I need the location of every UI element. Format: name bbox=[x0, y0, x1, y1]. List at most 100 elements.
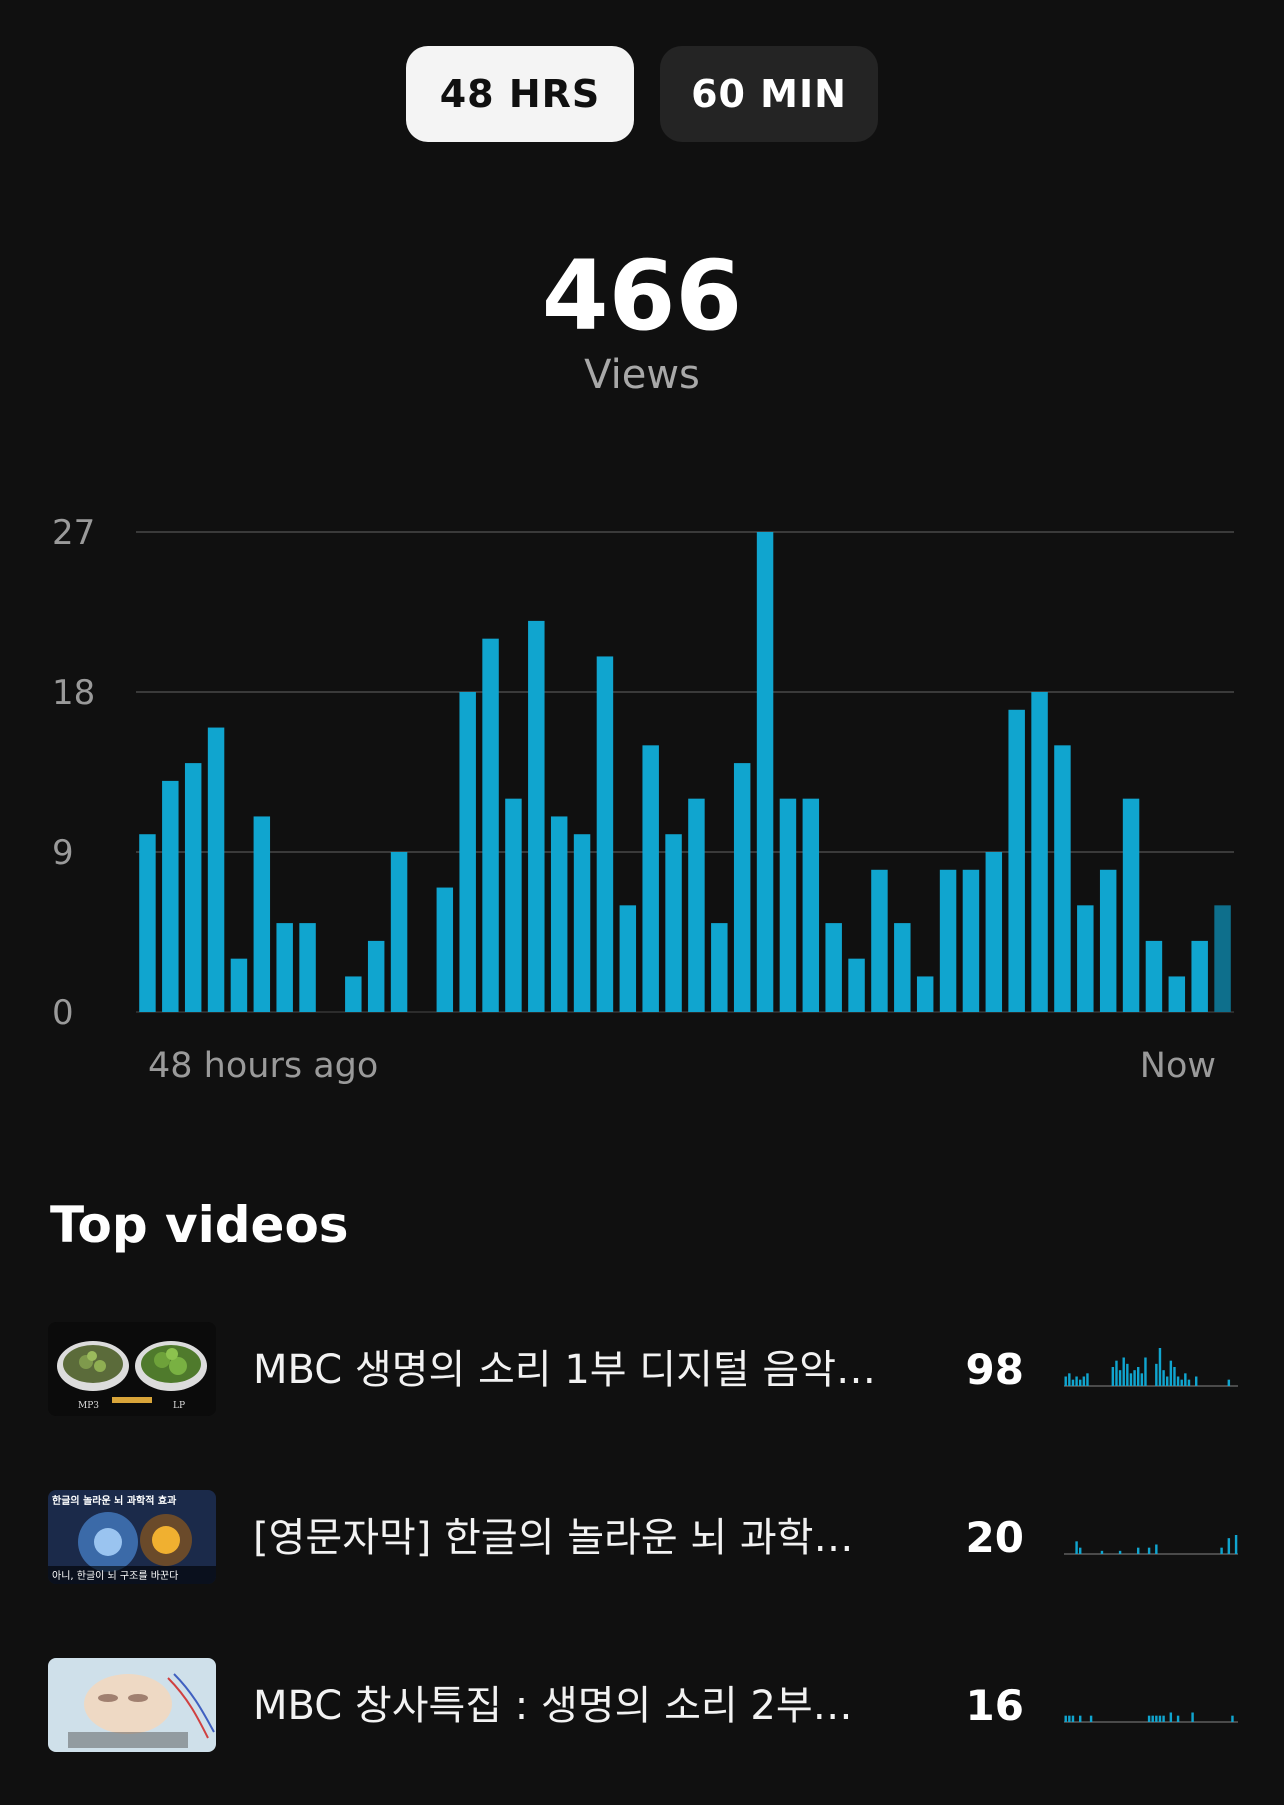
video-views: 16 bbox=[965, 1681, 1024, 1730]
top-video-row[interactable]: MP3 LP MBC 생명의 소리 1부 디지털 음악… 98 bbox=[0, 1322, 1284, 1418]
sparkline-bar bbox=[1173, 1367, 1176, 1386]
sparkline-bar bbox=[1068, 1715, 1071, 1722]
chart-bar bbox=[436, 887, 454, 1012]
sparkline-bar bbox=[1184, 1373, 1187, 1386]
sparkline-bar bbox=[1227, 1379, 1231, 1386]
video-title: MBC 창사특집 : 생명의 소리 2부… bbox=[253, 1683, 853, 1729]
chart-bar bbox=[1145, 940, 1163, 1012]
sparkline-bar bbox=[1231, 1715, 1234, 1722]
chart-bar bbox=[665, 834, 682, 1012]
chart-bar bbox=[1031, 692, 1048, 1012]
chart-bar bbox=[482, 638, 499, 1012]
video-views: 98 bbox=[965, 1345, 1024, 1394]
sparkline-bar bbox=[1155, 1544, 1158, 1554]
chart-bar bbox=[619, 905, 637, 1012]
sparkline-bar bbox=[1133, 1370, 1136, 1386]
chart-bar bbox=[642, 745, 659, 1012]
chart-bar bbox=[802, 798, 820, 1012]
sparkline-bar bbox=[1151, 1715, 1154, 1722]
sparkline-bar bbox=[1162, 1370, 1165, 1386]
chart-bar bbox=[207, 727, 225, 1012]
thumbnail-headline: 한글의 놀라운 뇌 과학적 효과 bbox=[52, 1494, 177, 1507]
chart-bar bbox=[1054, 745, 1071, 1012]
sparkline-bar bbox=[1126, 1363, 1129, 1386]
sparkline-bar bbox=[1137, 1547, 1140, 1554]
chart-bar bbox=[345, 976, 362, 1012]
chart-bar bbox=[1077, 905, 1094, 1012]
chart-bar bbox=[825, 923, 842, 1012]
top-videos-heading: Top videos bbox=[50, 1196, 349, 1254]
sparkline-bar bbox=[1137, 1367, 1140, 1386]
chart-bar bbox=[162, 780, 179, 1012]
sparkline-bar bbox=[1144, 1357, 1147, 1386]
sparkline-bar bbox=[1079, 1379, 1082, 1386]
sparkline-bar bbox=[1220, 1547, 1223, 1554]
sparkline-bar bbox=[1180, 1379, 1183, 1386]
sparkline-bar bbox=[1176, 1376, 1180, 1386]
chart-bar bbox=[573, 834, 591, 1012]
chart-bar bbox=[230, 958, 248, 1012]
sparkline-bar bbox=[1195, 1376, 1198, 1386]
thumbnail-label-right: LP bbox=[173, 1401, 185, 1411]
y-tick-label: 0 bbox=[52, 993, 74, 1033]
sparkline-bar bbox=[1147, 1547, 1151, 1554]
sparkline-bar bbox=[1071, 1379, 1075, 1386]
chart-bar bbox=[779, 798, 797, 1012]
sparkline-bar bbox=[1227, 1538, 1231, 1554]
sparkline-bar bbox=[1086, 1373, 1089, 1386]
chart-bar bbox=[1168, 976, 1186, 1012]
sparkline-bar bbox=[1064, 1376, 1067, 1386]
total-views-count: 466 bbox=[541, 240, 743, 352]
chart-bar bbox=[985, 852, 1003, 1012]
chart-bar bbox=[756, 532, 774, 1012]
chart-bar bbox=[505, 798, 522, 1012]
sparkline-bar bbox=[1100, 1550, 1104, 1554]
sparkline-bar bbox=[1111, 1367, 1115, 1386]
video-thumbnail: 한글의 놀라운 뇌 과학적 효과 아니, 한글이 뇌 구조를 바꾼다 bbox=[48, 1490, 216, 1584]
chart-bar bbox=[939, 869, 957, 1012]
video-title: [영문자막] 한글의 놀라운 뇌 과학… bbox=[253, 1515, 854, 1561]
chart-bar bbox=[299, 923, 316, 1012]
thumbnail-label-left: MP3 bbox=[78, 1401, 99, 1411]
video-thumbnail bbox=[48, 1658, 216, 1752]
x-axis-start-label: 48 hours ago bbox=[148, 1046, 379, 1086]
sparkline-bar bbox=[1158, 1715, 1162, 1722]
toggle-48-hrs[interactable]: 48 HRS bbox=[406, 46, 634, 142]
sparkline-bar bbox=[1075, 1376, 1078, 1386]
sparkline-bar bbox=[1169, 1712, 1173, 1722]
sparkline-bar bbox=[1234, 1535, 1238, 1554]
sparkline-bar bbox=[1191, 1712, 1194, 1722]
toggle-60-min[interactable]: 60 MIN bbox=[660, 46, 878, 142]
chart-bar bbox=[1099, 869, 1117, 1012]
sparkline-bar bbox=[1187, 1379, 1191, 1386]
video-sparkline bbox=[1064, 1712, 1238, 1723]
chart-bar bbox=[276, 923, 293, 1012]
sparkline-bar bbox=[1162, 1715, 1165, 1722]
y-tick-label: 27 bbox=[52, 513, 95, 553]
sparkline-bar bbox=[1079, 1715, 1082, 1722]
sparkline-bar bbox=[1064, 1715, 1067, 1722]
chart-bar bbox=[1122, 798, 1140, 1012]
sparkline-bar bbox=[1169, 1360, 1173, 1386]
chart-bar bbox=[711, 923, 728, 1012]
y-tick-label: 9 bbox=[52, 833, 74, 873]
sparkline-bar bbox=[1075, 1541, 1078, 1554]
sparkline-bar bbox=[1155, 1363, 1158, 1386]
video-sparkline bbox=[1064, 1348, 1238, 1387]
top-video-row[interactable]: 한글의 놀라운 뇌 과학적 효과 아니, 한글이 뇌 구조를 바꾼다 [영문자막… bbox=[0, 1490, 1284, 1586]
chart-bar bbox=[596, 656, 614, 1012]
sparkline-bar bbox=[1079, 1547, 1082, 1554]
top-video-row[interactable]: MBC 창사특집 : 생명의 소리 2부… 16 bbox=[0, 1658, 1284, 1754]
chart-bar bbox=[184, 763, 202, 1012]
sparkline-bar bbox=[1082, 1376, 1086, 1386]
chart-bar bbox=[848, 958, 865, 1012]
video-title: MBC 생명의 소리 1부 디지털 음악… bbox=[253, 1347, 877, 1393]
thumbnail-caption: 아니, 한글이 뇌 구조를 바꾼다 bbox=[52, 1570, 178, 1582]
sparkline-bar bbox=[1068, 1373, 1071, 1386]
sparkline-bar bbox=[1089, 1715, 1093, 1722]
chart-bar bbox=[688, 798, 705, 1012]
sparkline-bar bbox=[1166, 1376, 1169, 1386]
chart-bar bbox=[528, 620, 545, 1012]
chart-bar bbox=[733, 763, 751, 1012]
chart-bar bbox=[367, 940, 385, 1012]
